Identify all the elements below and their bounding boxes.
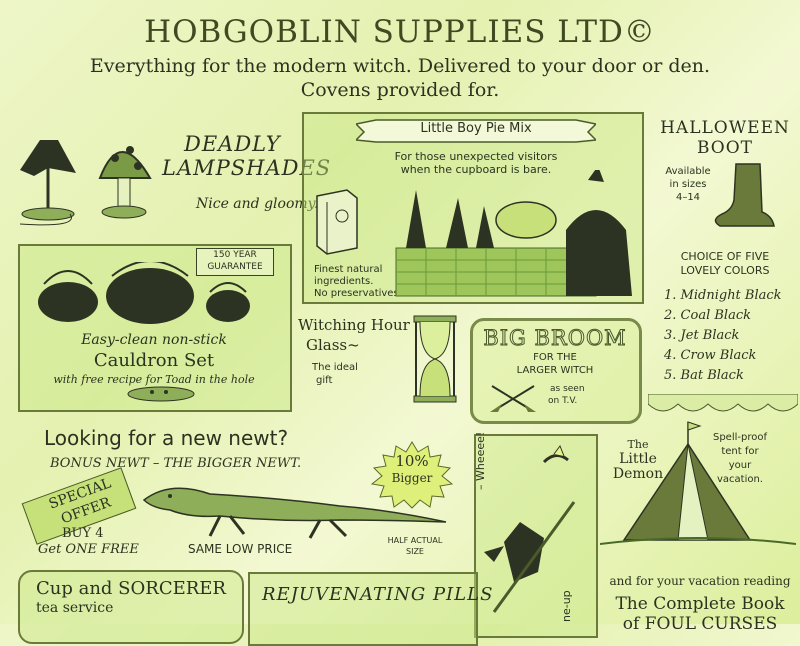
newt-buy-2: Get ONE FREE [38,542,139,557]
guarantee-line-1: 150 YEAR [213,250,257,260]
wheee-side-text: ne-up [560,590,573,622]
boot-title-2: BOOT [696,138,754,158]
tea-title: Cup and SORCERER [36,578,226,599]
newt-half-1: HALF ACTUAL [387,536,443,545]
broom-sub-1: FOR THE [533,352,577,363]
boot-title-1: HALLOWEEN [660,118,790,138]
lampshade-illustration[interactable] [10,128,170,238]
witches-tea-party-illustration [395,170,632,297]
newt-icon[interactable] [140,476,450,540]
pie-mix-desc-1: For those unexpected visitors [394,150,558,163]
pie-mix-banner: Little Boy Pie Mix [420,121,532,136]
mushroom-lampshade-icon [98,151,152,179]
toad-icon [127,386,195,402]
broom-seen-2: on T.V. [548,396,578,406]
newt-half-2: SIZE [406,547,424,556]
color-item-5: 5. Bat Black [664,368,744,383]
crossed-brooms-icon [490,385,536,412]
boot-avail-2: in sizes [669,179,707,190]
lampshades-title-1: DEADLY [184,132,281,156]
color-item-1: 1. Midnight Black [664,288,782,303]
hourglass-icon[interactable] [412,314,458,404]
page-title: HOBGOBLIN SUPPLIES LTD© [144,14,656,50]
boot-icon[interactable] [712,160,778,232]
book-title-1: The Complete Book [615,594,785,614]
hourglass-title-2: Glass~ [306,336,360,354]
cauldron-set-icon [38,262,250,324]
cauldron-line-2: Cauldron Set [93,350,215,371]
pie-box-icon [316,189,358,255]
hourglass-caption-1: The ideal [312,362,358,373]
reading-line: and for your vacation reading [609,574,791,588]
newt-price: SAME LOW PRICE [188,542,293,556]
pie-note-2: ingredients. [314,276,374,287]
cauldron-line-1: Easy-clean non-stick [81,332,227,348]
broom-title: BIG BROOM [483,326,627,351]
pills-title: REJUVENATING PILLS [262,584,494,605]
pie-note-1: Finest natural [314,264,383,275]
newt-bonus: BONUS NEWT – THE BIGGER NEWT. [50,456,302,471]
color-item-3: 3. Jet Black [664,328,740,343]
color-item-2: 2. Coal Black [664,308,751,323]
lampshades-caption: Nice and gloomy. [196,196,319,212]
bigger-badge-percent: 10% [395,452,429,470]
broom-sub-2: LARGER WITCH [516,365,594,376]
hourglass-caption-2: gift [316,375,333,386]
color-item-4: 4. Crow Black [664,348,757,363]
broom-seen-1: as seen [550,384,585,394]
tea-subtitle: tea service [36,600,114,616]
boot-avail-1: Available [665,166,711,177]
tent-icon[interactable] [600,420,796,554]
hourglass-title-1: Witching Hour [298,316,410,334]
newt-buy-1: BUY 4 [62,526,104,541]
newt-heading: Looking for a new newt? [44,426,289,450]
boot-avail-3: 4–14 [675,192,701,203]
tagline-line-2: Covens provided for. [300,79,500,101]
book-title-2: of FOUL CURSES [622,614,778,634]
choice-title-1: CHOICE OF FIVE [680,250,770,263]
tagline-line-1: Everything for the modern witch. Deliver… [89,55,711,77]
choice-title-2: LOVELY COLORS [680,264,770,277]
cloud-canopy [648,394,798,412]
